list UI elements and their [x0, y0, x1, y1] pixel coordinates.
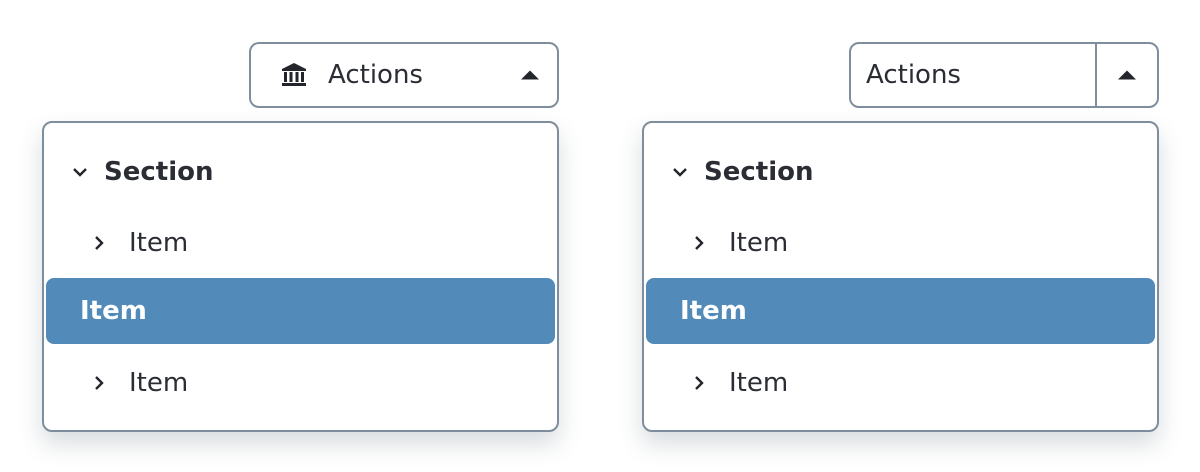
caret-up-icon: [521, 70, 539, 80]
actions-dropdown-menu: Section Item Item Item: [42, 121, 559, 432]
actions-button-label: Actions: [328, 60, 423, 90]
chevron-right-icon: [95, 236, 104, 250]
menu-item-label: Item: [129, 228, 189, 258]
menu-item-selected[interactable]: Item: [646, 278, 1155, 344]
menu-section-header[interactable]: Section: [44, 140, 557, 204]
menu-item-label: Item: [729, 368, 789, 398]
section-label: Section: [704, 157, 814, 187]
menu-item-label: Item: [80, 296, 147, 326]
menu-item[interactable]: Item: [644, 351, 1157, 415]
chevron-right-icon: [695, 376, 704, 390]
section-label: Section: [104, 157, 214, 187]
bank-icon: [282, 63, 306, 86]
menu-item-selected[interactable]: Item: [46, 278, 555, 344]
chevron-down-icon: [73, 168, 87, 177]
menu-section-header[interactable]: Section: [644, 140, 1157, 204]
menu-item-label: Item: [129, 368, 189, 398]
menu-item-label: Item: [680, 296, 747, 326]
chevron-right-icon: [95, 376, 104, 390]
menu-item[interactable]: Item: [644, 211, 1157, 275]
actions-dropdown-menu: Section Item Item Item: [642, 121, 1159, 432]
chevron-down-icon: [673, 168, 687, 177]
chevron-right-icon: [695, 236, 704, 250]
actions-dropdown-button[interactable]: Actions: [249, 42, 559, 108]
menu-item[interactable]: Item: [44, 211, 557, 275]
menu-item[interactable]: Item: [44, 351, 557, 415]
menu-item-label: Item: [729, 228, 789, 258]
caret-up-icon: [1118, 70, 1136, 80]
actions-button-label: Actions: [866, 60, 961, 90]
actions-split-button[interactable]: Actions: [849, 42, 1159, 108]
